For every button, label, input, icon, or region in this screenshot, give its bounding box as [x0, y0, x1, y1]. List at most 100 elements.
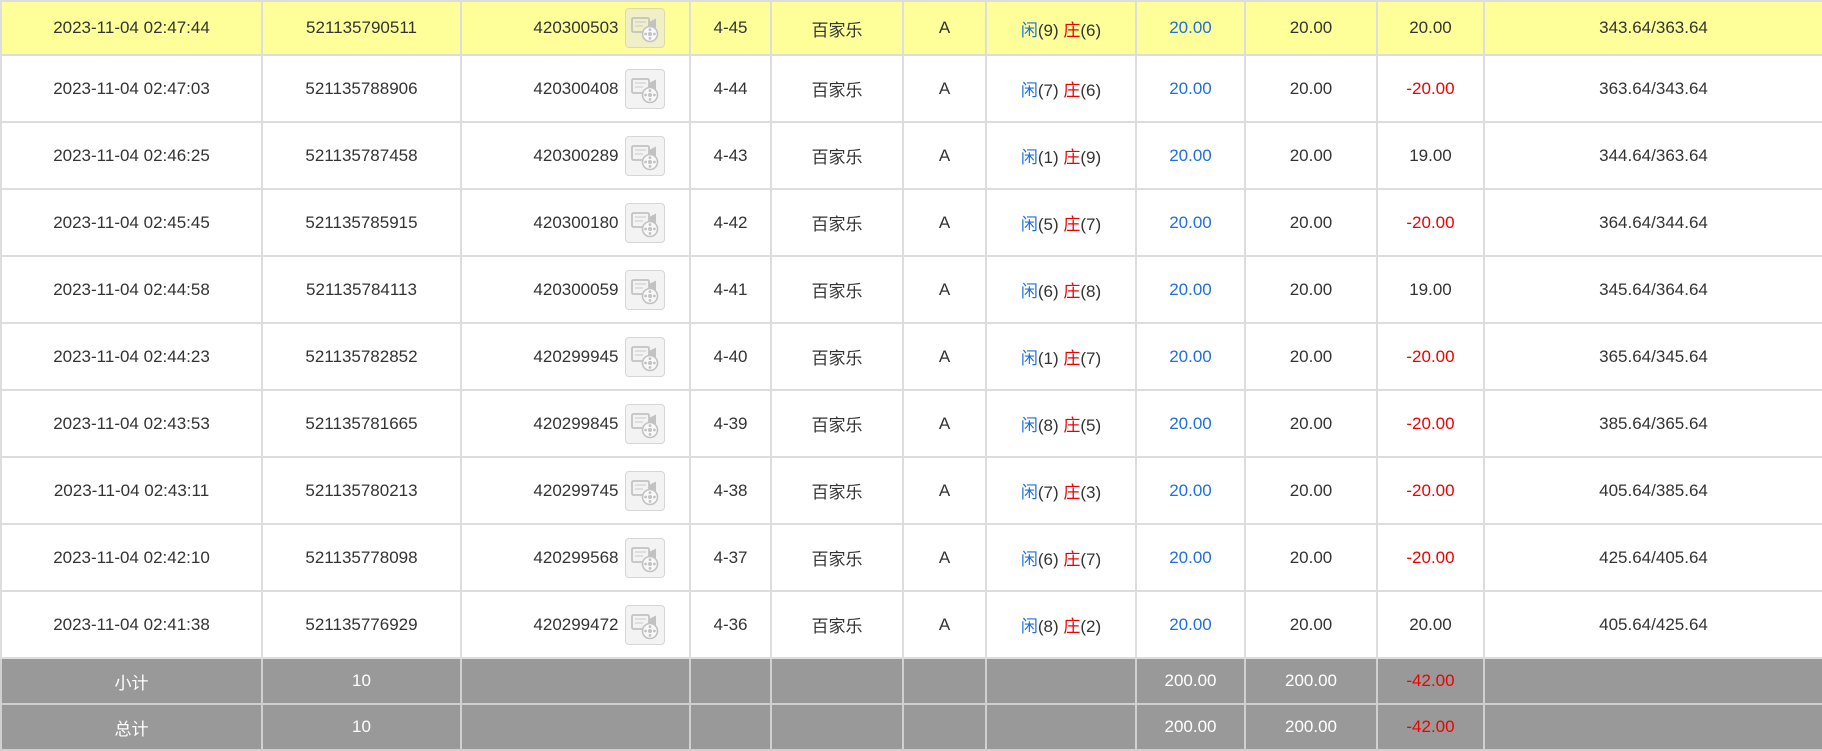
banker-label: 庄	[1063, 483, 1081, 502]
player-label: 闲	[1020, 148, 1038, 167]
win-loss-value: -20.00	[1406, 480, 1455, 500]
bet-id: 521135784113	[261, 255, 462, 324]
table-name: A	[902, 121, 987, 190]
player-value: (6)	[1037, 550, 1059, 569]
summary-bet-total: 200.00	[1135, 703, 1246, 751]
bet-id: 521135780213	[261, 456, 462, 525]
game-number: 420299845	[533, 413, 619, 433]
table-name: A	[902, 54, 987, 123]
shoe-round: 4-44	[689, 54, 772, 123]
banker-value: (9)	[1080, 148, 1102, 167]
bet-time: 2023-11-04 02:41:38	[0, 590, 263, 659]
video-replay-icon[interactable]	[624, 336, 665, 377]
bet-amount: 20.00	[1135, 523, 1246, 592]
video-replay-icon[interactable]	[624, 68, 665, 109]
bet-id: 521135782852	[261, 322, 462, 391]
video-replay-icon[interactable]	[624, 8, 665, 48]
player-label: 闲	[1020, 215, 1038, 234]
game-type: 百家乐	[770, 322, 904, 391]
bet-amount: 20.00	[1135, 389, 1246, 458]
win-loss-value: 19.00	[1409, 279, 1452, 299]
table-row: 2023-11-04 02:44:23 521135782852 4202999…	[0, 322, 1822, 391]
video-replay-icon[interactable]	[624, 269, 665, 310]
bet-time: 2023-11-04 02:43:53	[0, 389, 263, 458]
game-result: 闲(7) 庄(6)	[985, 54, 1137, 123]
game-number-cell: 420300503	[460, 0, 691, 56]
banker-value: (2)	[1080, 617, 1102, 636]
video-replay-icon[interactable]	[624, 403, 665, 444]
win-loss-value: 19.00	[1409, 145, 1452, 165]
table-row: 2023-11-04 02:46:25 521135787458 4203002…	[0, 121, 1822, 190]
shoe-round: 4-43	[689, 121, 772, 190]
banker-label: 庄	[1063, 349, 1081, 368]
player-label: 闲	[1020, 550, 1038, 569]
table-name: A	[902, 322, 987, 391]
game-number-cell: 420300289	[460, 121, 691, 190]
bet-amount: 20.00	[1135, 54, 1246, 123]
bet-time: 2023-11-04 02:42:10	[0, 523, 263, 592]
win-loss: 19.00	[1376, 121, 1485, 190]
table-row: 2023-11-04 02:43:53 521135781665 4202998…	[0, 389, 1822, 458]
banker-value: (3)	[1080, 483, 1102, 502]
video-replay-icon[interactable]	[624, 537, 665, 578]
video-replay-icon[interactable]	[624, 470, 665, 511]
game-number: 420299745	[533, 480, 619, 500]
summary-win-total: -42.00	[1376, 657, 1485, 705]
game-number: 420300408	[533, 78, 619, 98]
game-result: 闲(7) 庄(3)	[985, 456, 1137, 525]
valid-bet: 20.00	[1244, 121, 1378, 190]
summary-valid-total: 200.00	[1244, 703, 1378, 751]
valid-bet: 20.00	[1244, 523, 1378, 592]
bet-time: 2023-11-04 02:44:58	[0, 255, 263, 324]
win-loss: -20.00	[1376, 456, 1485, 525]
banker-label: 庄	[1063, 550, 1081, 569]
table-row: 2023-11-04 02:47:03 521135788906 4203004…	[0, 54, 1822, 123]
banker-label: 庄	[1063, 81, 1081, 100]
table-name: A	[902, 0, 987, 56]
game-number-cell: 420299845	[460, 389, 691, 458]
balance-before-after: 343.64/363.64	[1483, 0, 1822, 56]
summary-valid-total: 200.00	[1244, 657, 1378, 705]
valid-bet: 20.00	[1244, 54, 1378, 123]
table-name: A	[902, 590, 987, 659]
player-value: (9)	[1037, 20, 1059, 40]
banker-label: 庄	[1063, 215, 1081, 234]
shoe-round: 4-37	[689, 523, 772, 592]
balance-before-after: 425.64/405.64	[1483, 523, 1822, 592]
bet-time: 2023-11-04 02:45:45	[0, 188, 263, 257]
table-row: 2023-11-04 02:41:38 521135776929 4202994…	[0, 590, 1822, 659]
game-number-cell: 420299745	[460, 456, 691, 525]
game-type: 百家乐	[770, 188, 904, 257]
summary-label: 小计	[0, 657, 263, 705]
game-number: 420299945	[533, 346, 619, 366]
valid-bet: 20.00	[1244, 0, 1378, 56]
win-loss: -20.00	[1376, 54, 1485, 123]
game-type: 百家乐	[770, 389, 904, 458]
game-number-cell: 420300180	[460, 188, 691, 257]
bet-records-body: 2023-11-04 02:47:44 521135790511 4203005…	[0, 0, 1822, 659]
table-name: A	[902, 456, 987, 525]
summary-win-total: -42.00	[1376, 703, 1485, 751]
shoe-round: 4-41	[689, 255, 772, 324]
valid-bet: 20.00	[1244, 255, 1378, 324]
shoe-round: 4-38	[689, 456, 772, 525]
shoe-round: 4-45	[689, 0, 772, 56]
win-loss: -20.00	[1376, 188, 1485, 257]
balance-before-after: 385.64/365.64	[1483, 389, 1822, 458]
bet-time: 2023-11-04 02:47:44	[0, 0, 263, 56]
video-replay-icon[interactable]	[624, 135, 665, 176]
table-name: A	[902, 188, 987, 257]
table-name: A	[902, 523, 987, 592]
video-replay-icon[interactable]	[624, 202, 665, 243]
win-loss: -20.00	[1376, 322, 1485, 391]
table-row: 2023-11-04 02:45:45 521135785915 4203001…	[0, 188, 1822, 257]
bet-id: 521135785915	[261, 188, 462, 257]
balance-before-after: 365.64/345.64	[1483, 322, 1822, 391]
valid-bet: 20.00	[1244, 322, 1378, 391]
game-number: 420300289	[533, 145, 619, 165]
game-number: 420300059	[533, 279, 619, 299]
video-replay-icon[interactable]	[624, 604, 665, 645]
game-result: 闲(6) 庄(7)	[985, 523, 1137, 592]
player-label: 闲	[1020, 20, 1038, 40]
bet-time: 2023-11-04 02:44:23	[0, 322, 263, 391]
